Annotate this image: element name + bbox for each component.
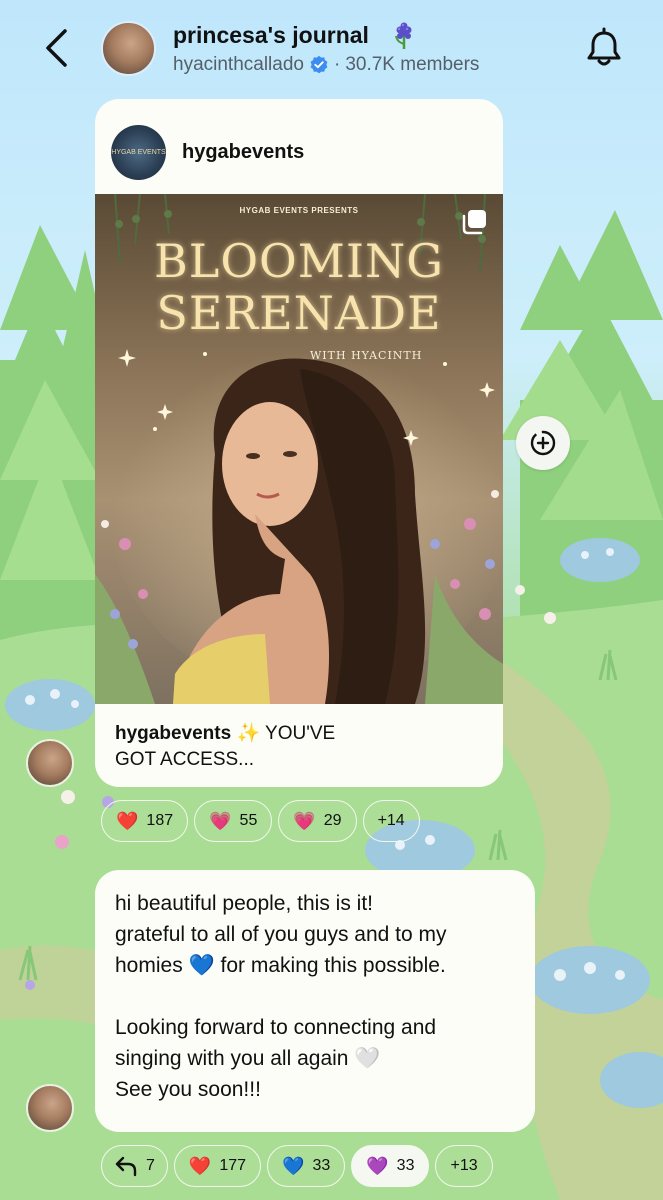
poster-title-line1: BLOOMING: [153, 234, 445, 288]
channel-avatar[interactable]: [101, 21, 156, 76]
reaction-count: 29: [323, 812, 342, 829]
chevron-left-icon: [46, 29, 67, 67]
reply-chip[interactable]: 7: [101, 1145, 168, 1187]
more-reactions-count: +14: [377, 812, 405, 829]
member-count[interactable]: 30.7K members: [345, 54, 479, 76]
more-reactions-chip[interactable]: +14: [362, 800, 420, 842]
carousel-icon: [462, 210, 486, 235]
reaction-chip[interactable]: ❤️ 187: [101, 800, 189, 842]
poster-title-line2: SERENADE: [156, 286, 442, 340]
message-reactions: 7 ❤️ 177 💙 33 💜 33 +13: [101, 1145, 493, 1187]
reaction-count: 33: [312, 1157, 331, 1174]
reaction-count: 187: [146, 812, 174, 829]
bell-icon: [587, 27, 621, 66]
message-line: homies 💙 for making this possible.: [115, 954, 446, 977]
reply-count: 7: [146, 1157, 155, 1174]
reaction-chip-selected[interactable]: 💜 33: [351, 1145, 430, 1187]
more-reactions-count: +13: [450, 1157, 478, 1174]
poster-with-text: WITH HYACINTH: [310, 349, 423, 362]
add-reaction-button[interactable]: [516, 416, 570, 470]
channel-title[interactable]: princesa's journal: [173, 22, 369, 49]
post-author-name[interactable]: hygabevents: [182, 141, 304, 164]
channel-subtitle: hyacinthcallado · 30.7K members: [173, 54, 479, 76]
post-caption: hygabevents ✨ YOU'VE GOT ACCESS...: [115, 721, 485, 773]
more-reactions-chip[interactable]: +13: [435, 1145, 493, 1187]
red-heart-emoji: ❤️: [116, 811, 139, 831]
sender-avatar[interactable]: [26, 739, 74, 787]
verified-badge-icon: [310, 55, 328, 74]
red-heart-emoji: ❤️: [188, 1156, 212, 1176]
reaction-count: 55: [239, 812, 258, 829]
sender-avatar[interactable]: [26, 1084, 74, 1132]
reaction-chip[interactable]: 💙 33: [267, 1145, 346, 1187]
post-avatar-logo-text: HYGAB EVENTS: [111, 149, 166, 156]
hyacinth-icon: [395, 22, 412, 49]
add-circle-icon: [530, 430, 556, 456]
hyacinth-emoji: [391, 22, 417, 55]
reaction-chip[interactable]: ❤️ 177: [173, 1145, 262, 1187]
message-bubble[interactable]: hi beautiful people, this is it! gratefu…: [95, 870, 535, 1132]
notifications-button[interactable]: [583, 26, 625, 70]
back-button[interactable]: [36, 26, 76, 70]
shared-post-card[interactable]: HYGAB EVENTS hygabevents HYGAB EVENTS PR…: [95, 99, 503, 787]
reaction-chip[interactable]: 💗 55: [194, 800, 273, 842]
pink-heart-emoji: 💗: [293, 811, 316, 831]
post-author[interactable]: HYGAB EVENTS hygabevents: [111, 125, 304, 180]
sparkles-emoji: ✨: [236, 723, 261, 744]
post-author-avatar[interactable]: HYGAB EVENTS: [111, 125, 166, 180]
blue-heart-emoji: 💙: [282, 1156, 305, 1176]
message-line: hi beautiful people, this is it!: [115, 892, 373, 915]
reaction-count: 33: [396, 1157, 415, 1174]
post-image[interactable]: HYGAB EVENTS PRESENTS BLOOMING SERENADE …: [95, 194, 503, 704]
message-line: Looking forward to connecting and: [115, 1016, 437, 1039]
purple-heart-emoji: 💜: [366, 1156, 389, 1176]
message-line: See you soon!!!: [115, 1078, 261, 1101]
subtitle-separator: ·: [333, 54, 341, 75]
post-reactions: ❤️ 187 💗 55 💗 29 +14: [101, 800, 420, 842]
caption-text-1: YOU'VE: [265, 723, 336, 744]
sparkling-heart-emoji: 💗: [209, 811, 232, 831]
channel-handle[interactable]: hyacinthcallado: [173, 54, 304, 76]
caption-author[interactable]: hygabevents: [115, 723, 231, 744]
channel-header: princesa's journal hyacinthcallado · 30.…: [0, 0, 663, 100]
caption-text-2: GOT ACCESS...: [115, 749, 255, 770]
message-line: singing with you all again 🤍: [115, 1047, 381, 1070]
poster-presents-text: HYGAB EVENTS PRESENTS: [239, 206, 359, 215]
reply-arrow-icon: [115, 1156, 137, 1177]
reaction-count: 177: [219, 1157, 247, 1174]
reaction-chip[interactable]: 💗 29: [278, 800, 357, 842]
message-line: grateful to all of you guys and to my: [115, 923, 447, 946]
